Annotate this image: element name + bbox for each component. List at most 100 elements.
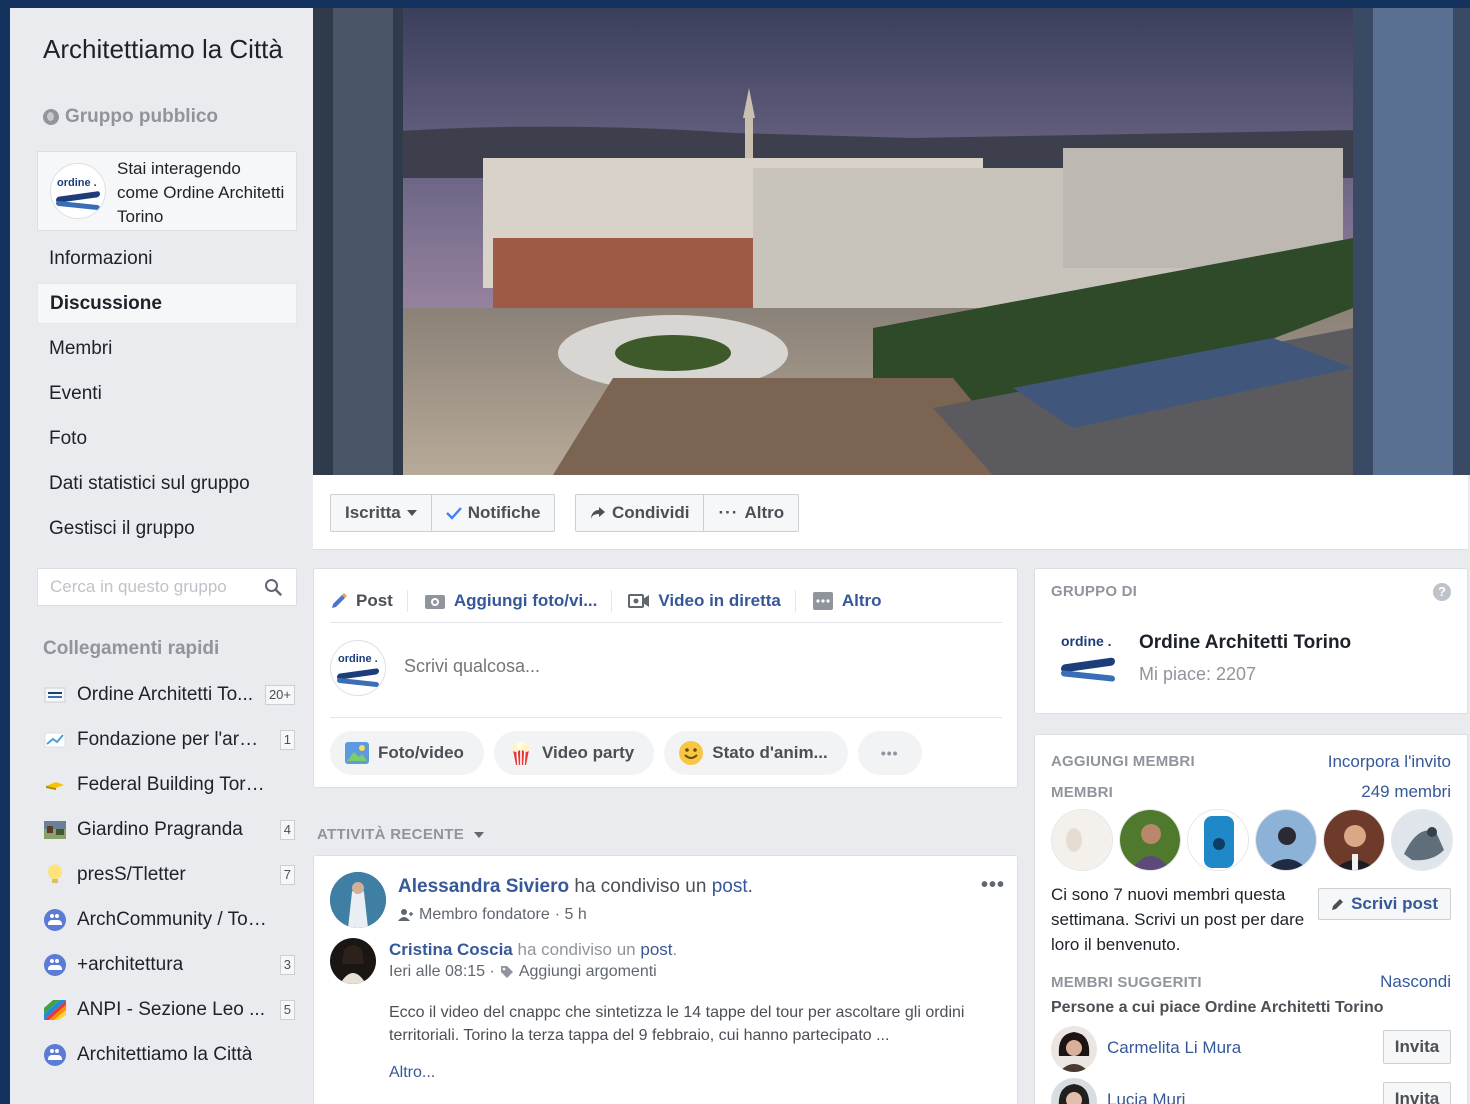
tab-post-label: Post — [356, 590, 393, 610]
feeling-chip-label: Stato d'anim... — [712, 743, 828, 762]
quick-link-label: presS/Tletter — [77, 863, 186, 885]
page-frame: Architettiamo la Città Gruppo pubblico o… — [10, 8, 1470, 1104]
chevron-down-icon — [474, 831, 485, 838]
cover-action-bar: Iscritta Notifiche Condividi ··· Altro — [313, 475, 1468, 550]
group-title[interactable]: Architettiamo la Città — [43, 32, 293, 66]
post-timestamp[interactable]: · 5 h — [555, 906, 587, 924]
hide-suggestions-link[interactable]: Nascondi — [1380, 972, 1451, 992]
member-avatar[interactable] — [1119, 809, 1181, 871]
nav-item-eventi[interactable]: Eventi — [37, 371, 297, 416]
more-dots-icon: ··· — [718, 503, 739, 522]
owner-page-name[interactable]: Ordine Architetti Torino — [1139, 632, 1351, 654]
page-avatar: ordine . — [50, 163, 106, 219]
suggested-member-name[interactable]: Carmelita Li Mura — [1107, 1038, 1241, 1058]
smiley-icon — [679, 741, 704, 765]
quick-link-item[interactable]: +architettura 3 — [37, 942, 299, 987]
tag-icon — [500, 966, 513, 978]
shared-object-link[interactable]: post — [640, 940, 672, 959]
member-avatar[interactable] — [1323, 809, 1385, 871]
feeling-chip[interactable]: Stato d'anim... — [664, 731, 848, 775]
share-arrow-icon — [591, 507, 605, 519]
video-party-chip[interactable]: Video party — [493, 731, 655, 775]
quick-link-label: Ordine Architetti To... — [77, 683, 254, 705]
user-photo-icon — [1051, 1026, 1097, 1072]
logo-wave-icon — [337, 677, 379, 688]
more-button[interactable]: ··· Altro — [704, 495, 798, 531]
quick-link-item[interactable]: Architettiamo la Città — [37, 1032, 299, 1077]
group-privacy-label: Gruppo pubblico — [65, 106, 219, 127]
quick-link-item[interactable]: ArchCommunity / Torino — [37, 897, 299, 942]
quick-link-item[interactable]: presS/Tletter 7 — [37, 852, 299, 897]
embed-invite-link[interactable]: Incorpora l'invito — [1328, 752, 1451, 772]
quick-link-item[interactable]: Ordine Architetti To... 20+ — [37, 672, 299, 717]
post-author-link[interactable]: Alessandra Siviero — [398, 876, 569, 897]
see-more-link[interactable]: Altro... — [389, 1064, 435, 1082]
video-camera-icon — [628, 593, 650, 608]
post-role: Membro fondatore — [419, 906, 550, 923]
tab-live-video[interactable]: Video in diretta — [628, 589, 796, 612]
tab-add-photo[interactable]: Aggiungi foto/vi... — [424, 589, 613, 612]
write-post-button[interactable]: Scrivi post — [1318, 888, 1451, 920]
more-options-chip[interactable]: ••• — [857, 731, 922, 775]
help-icon[interactable]: ? — [1433, 583, 1451, 601]
owner-page-logo[interactable]: ordine . — [1059, 627, 1119, 687]
recent-activity-toggle[interactable]: ATTIVITÀ RECENTE — [317, 826, 485, 843]
photo-video-chip-label: Foto/video — [378, 743, 464, 762]
quick-link-item[interactable]: Giardino Pragranda 4 — [37, 807, 299, 852]
notifications-button[interactable]: Notifiche — [432, 495, 555, 531]
post-menu-icon[interactable]: ••• — [981, 874, 1005, 897]
composer-chips: Foto/video Video party Stato d'anim... •… — [330, 731, 922, 775]
nav-item-gestisci[interactable]: Gestisci il gruppo — [37, 506, 297, 551]
shared-timestamp[interactable]: Ieri alle 08:15 · — [389, 963, 495, 981]
unread-count-badge: 7 — [279, 865, 295, 885]
quick-link-item[interactable]: Fondazione per l'arch... 1 — [37, 717, 299, 762]
shared-author-link[interactable]: Cristina Coscia — [389, 940, 513, 959]
quick-link-item[interactable]: ANPI - Sezione Leo ... 5 — [37, 987, 299, 1032]
invite-button[interactable]: Invita — [1383, 1082, 1451, 1104]
avatar[interactable] — [330, 872, 386, 928]
write-post-label: Scrivi post — [1351, 894, 1438, 913]
nav-item-dati-statistici[interactable]: Dati statistici sul gruppo — [37, 461, 297, 506]
post-object-link[interactable]: post — [712, 876, 748, 897]
quick-link-label: ArchCommunity / Torino — [77, 908, 267, 930]
owner-page-likes: Mi piace: 2207 — [1139, 664, 1257, 684]
suggested-member-name[interactable]: Lucia Muri — [1107, 1090, 1185, 1104]
member-avatar[interactable] — [1187, 809, 1249, 871]
post-meta: Membro fondatore · 5 h — [398, 906, 587, 924]
member-avatar[interactable] — [1391, 809, 1453, 871]
add-members-title: AGGIUNGI MEMBRI — [1051, 753, 1195, 770]
avatar[interactable] — [1051, 1026, 1097, 1072]
photo-icon — [345, 742, 369, 764]
composer-input[interactable] — [404, 656, 904, 677]
nav-item-membri[interactable]: Membri — [37, 326, 297, 371]
quick-link-item[interactable]: Federal Building Torino — [37, 762, 299, 807]
tab-more[interactable]: Altro — [812, 590, 896, 612]
suggested-member-row: Lucia Muri Invita — [1051, 1078, 1451, 1104]
group-search-input[interactable] — [50, 577, 250, 597]
group-owner-card: GRUPPO DI ? ordine . Ordine Architetti T… — [1034, 568, 1468, 714]
nav-item-informazioni[interactable]: Informazioni — [37, 236, 297, 281]
add-topics-link[interactable]: Aggiungi argomenti — [519, 963, 657, 981]
photo-video-chip[interactable]: Foto/video — [330, 731, 484, 775]
tab-post[interactable]: Post — [330, 589, 408, 612]
interacting-as-box[interactable]: ordine . Stai interagendo come Ordine Ar… — [37, 151, 297, 231]
avatar[interactable] — [1051, 1078, 1097, 1104]
nav-item-foto[interactable]: Foto — [37, 416, 297, 461]
member-avatar[interactable] — [1051, 809, 1113, 871]
members-count-link[interactable]: 249 membri — [1361, 782, 1451, 802]
joined-button-label: Iscritta — [345, 503, 401, 522]
share-button[interactable]: Condividi — [576, 495, 705, 531]
pencil-icon — [1332, 899, 1344, 910]
search-icon[interactable] — [264, 578, 282, 596]
member-avatar[interactable] — [1255, 809, 1317, 871]
pencil-icon — [332, 592, 347, 608]
share-button-label: Condividi — [612, 503, 690, 522]
joined-button[interactable]: Iscritta — [331, 495, 432, 531]
invite-button[interactable]: Invita — [1383, 1030, 1451, 1064]
cover-photo[interactable] — [313, 8, 1470, 475]
globe-icon — [43, 109, 59, 125]
avatar[interactable] — [330, 938, 376, 984]
group-people-icon — [44, 953, 66, 976]
nav-item-discussione[interactable]: Discussione — [37, 283, 297, 324]
suggested-subtitle: Persone a cui piace Ordine Architetti To… — [1051, 999, 1384, 1016]
